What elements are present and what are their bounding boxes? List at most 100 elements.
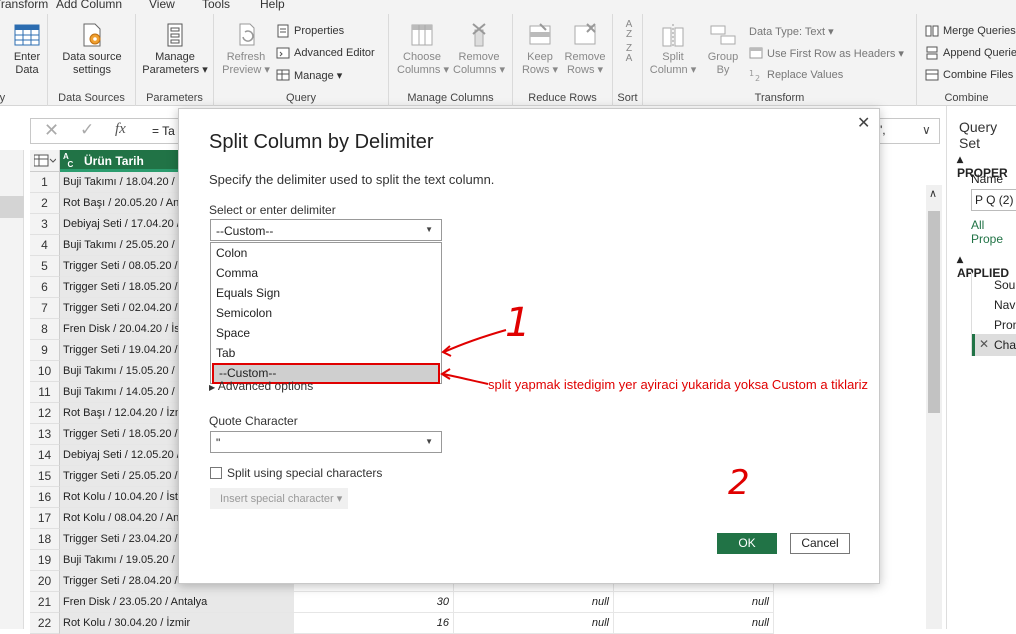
delimiter-select[interactable]: --Custom-- ▼ [210, 219, 442, 241]
data-source-settings-button[interactable]: Data source settings [60, 22, 124, 77]
menu-add-column[interactable]: Add Column [56, 0, 122, 11]
expand-formula-chevron-icon[interactable]: ∨ [922, 123, 931, 137]
cell-value[interactable]: 16 [294, 613, 454, 634]
row-number[interactable]: 2 [30, 193, 60, 214]
text-type-icon[interactable]: A C [63, 153, 73, 169]
sort-ascending-icon[interactable]: AZ [620, 20, 638, 40]
row-number[interactable]: 11 [30, 382, 60, 403]
cell-value[interactable]: 30 [294, 592, 454, 613]
cell-null[interactable]: null [454, 613, 614, 634]
selected-query-highlight[interactable] [0, 196, 24, 218]
expand-triangle-icon: ▶ [209, 383, 216, 392]
cell-null[interactable]: null [454, 592, 614, 613]
editor-icon [276, 47, 290, 59]
query-name-input[interactable]: P Q (2) [971, 189, 1016, 211]
properties-button[interactable]: Properties [276, 22, 344, 40]
applied-step[interactable]: Navi [994, 298, 1016, 312]
all-properties-link[interactable]: All Prope [971, 218, 1016, 246]
cell-urun-tarih[interactable]: Fren Disk / 23.05.20 / Antalya [60, 592, 294, 613]
advanced-options-toggle[interactable]: ▶ Advanced options [209, 379, 313, 393]
option-colon[interactable]: Colon [211, 243, 441, 263]
row-number[interactable]: 5 [30, 256, 60, 277]
row-number[interactable]: 7 [30, 298, 60, 319]
data-type-dropdown[interactable]: Data Type: Text ▾ [749, 22, 834, 40]
row-number[interactable]: 3 [30, 214, 60, 235]
row-number[interactable]: 14 [30, 445, 60, 466]
fx-icon[interactable]: fx [115, 121, 126, 138]
row-number[interactable]: 13 [30, 424, 60, 445]
row-number[interactable]: 20 [30, 571, 60, 592]
applied-step[interactable]: Sour [994, 278, 1016, 292]
row-number[interactable]: 12 [30, 403, 60, 424]
option-semicolon[interactable]: Semicolon [211, 303, 441, 323]
remove-columns-button[interactable]: Remove Columns ▾ [453, 22, 505, 77]
scroll-up-arrow-icon[interactable]: ∧ [929, 187, 937, 200]
sort-descending-icon[interactable]: ZA [620, 44, 638, 64]
delete-step-icon[interactable]: ✕ [979, 337, 989, 351]
row-number[interactable]: 16 [30, 487, 60, 508]
confirm-formula-icon[interactable]: ✓ [80, 120, 94, 140]
vertical-scrollbar[interactable]: ∧ [926, 185, 942, 629]
row-number[interactable]: 18 [30, 529, 60, 550]
menu-help[interactable]: Help [260, 0, 285, 11]
menu-tools[interactable]: Tools [202, 0, 230, 11]
group-by-button[interactable]: Group By [703, 22, 743, 77]
row-number[interactable]: 10 [30, 361, 60, 382]
cell-null[interactable]: null [614, 592, 774, 613]
row-number[interactable]: 8 [30, 319, 60, 340]
row-number[interactable]: 4 [30, 235, 60, 256]
ok-button[interactable]: OK [717, 533, 777, 554]
insert-special-character-button[interactable]: Insert special character ▾ [210, 488, 348, 509]
row-number[interactable]: 22 [30, 613, 60, 634]
option-space[interactable]: Space [211, 323, 441, 343]
group-query: Refresh Preview ▾ Properties Advanced Ed… [214, 14, 389, 106]
scrollbar-thumb[interactable] [928, 211, 940, 413]
choose-columns-button[interactable]: Choose Columns ▾ [397, 22, 449, 77]
advanced-editor-button[interactable]: Advanced Editor [276, 44, 375, 62]
manage-parameters-button[interactable]: Manage Parameters ▾ [141, 22, 209, 77]
combine-files-button[interactable]: Combine Files [925, 66, 1013, 84]
merge-queries-button[interactable]: Merge Queries [925, 22, 1016, 40]
option-tab[interactable]: Tab [211, 343, 441, 363]
option-equals-sign[interactable]: Equals Sign [211, 283, 441, 303]
manage-button[interactable]: Manage ▾ [276, 66, 342, 84]
option-comma[interactable]: Comma [211, 263, 441, 283]
menu-transform[interactable]: Transform [0, 0, 48, 11]
cell-null[interactable]: null [614, 613, 774, 634]
special-characters-checkbox[interactable] [210, 467, 222, 479]
cancel-formula-icon[interactable]: ✕ [44, 120, 59, 141]
headers-icon [749, 47, 763, 59]
replace-values-button[interactable]: 12 Replace Values [749, 66, 843, 84]
name-label: Name [971, 172, 1004, 186]
svg-text:1: 1 [749, 69, 754, 78]
cell-urun-tarih[interactable]: Rot Kolu / 30.04.20 / İzmir [60, 613, 294, 634]
keep-rows-button[interactable]: Keep Rows ▾ [519, 22, 561, 77]
grid-corner[interactable] [30, 150, 60, 172]
row-number[interactable]: 9 [30, 340, 60, 361]
use-first-row-headers-button[interactable]: Use First Row as Headers ▾ [749, 44, 904, 62]
menu-bar: Transform Add Column View Tools Help [0, 0, 1016, 14]
row-number[interactable]: 1 [30, 172, 60, 193]
applied-step-selected[interactable]: ✕ Char [972, 334, 1016, 356]
row-number[interactable]: 15 [30, 466, 60, 487]
keep-rows-icon [529, 23, 551, 45]
quote-character-select[interactable]: " ▼ [210, 431, 442, 453]
refresh-preview-button[interactable]: Refresh Preview ▾ [222, 22, 270, 77]
manage-icon [276, 69, 290, 81]
enter-data-button[interactable]: Enter Data [10, 22, 44, 77]
delimiter-label: Select or enter delimiter [209, 203, 336, 217]
applied-step[interactable]: Pron [994, 318, 1016, 332]
applied-steps-list: Sour Navi Pron ✕ Char [971, 272, 1016, 356]
cancel-button[interactable]: Cancel [790, 533, 850, 554]
row-number[interactable]: 19 [30, 550, 60, 571]
split-column-button[interactable]: Split Column ▾ [649, 22, 697, 77]
query-settings-title: Query Set [959, 119, 998, 151]
menu-view[interactable]: View [149, 0, 175, 11]
append-queries-button[interactable]: Append Queries [925, 44, 1016, 62]
row-number[interactable]: 17 [30, 508, 60, 529]
dialog-close-icon[interactable]: ✕ [857, 113, 870, 133]
formula-text-start[interactable]: = Ta [152, 124, 175, 138]
row-number[interactable]: 6 [30, 277, 60, 298]
remove-rows-button[interactable]: Remove Rows ▾ [563, 22, 607, 77]
row-number[interactable]: 21 [30, 592, 60, 613]
